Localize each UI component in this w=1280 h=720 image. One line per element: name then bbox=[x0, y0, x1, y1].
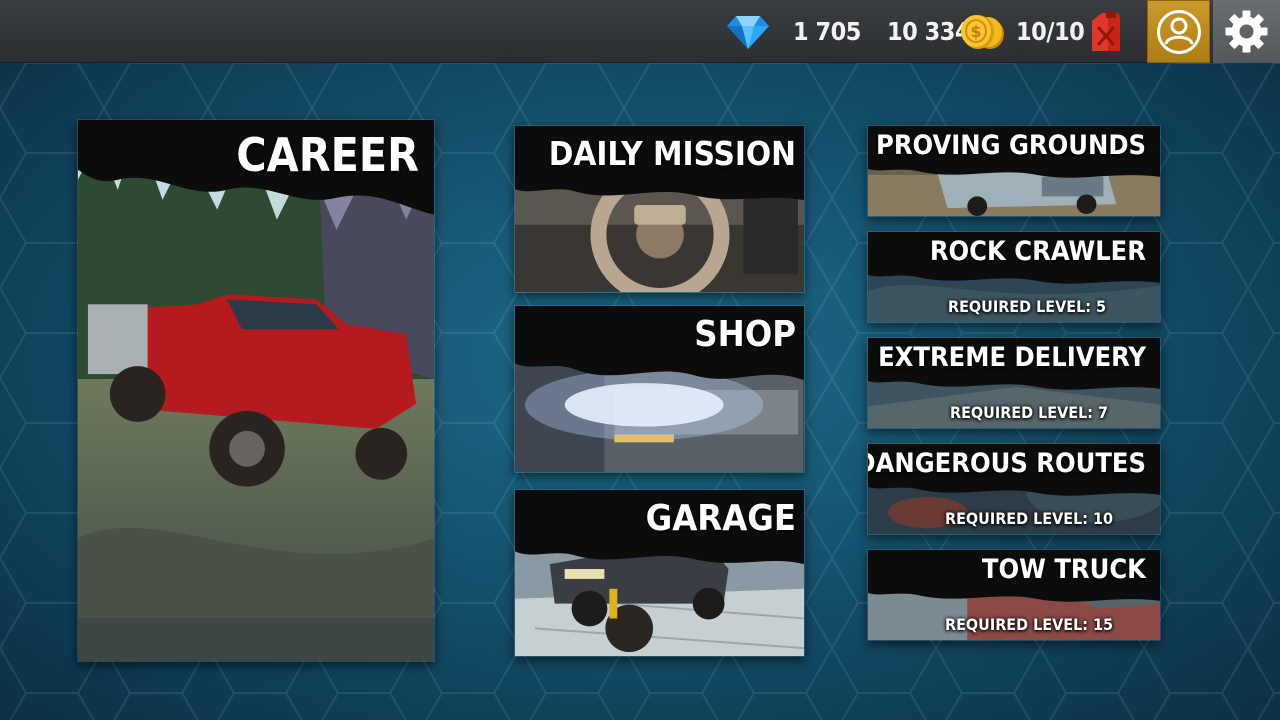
event-required-level-2: REQUIRED LEVEL: 7 bbox=[950, 403, 1109, 422]
gear-icon bbox=[1225, 10, 1268, 53]
event-card-proving-grounds[interactable]: PROVING GROUNDS bbox=[867, 125, 1161, 217]
jerrycan-icon bbox=[1092, 11, 1120, 51]
profile-button[interactable] bbox=[1147, 0, 1210, 63]
event-card-dangerous-routes[interactable]: DANGEROUS ROUTES REQUIRED LEVEL: 10 bbox=[867, 443, 1161, 535]
daily-mission-title: DAILY MISSION bbox=[548, 134, 796, 173]
coin-stack-icon: $ bbox=[961, 15, 1004, 49]
top-bar: 1 705 10 334 $ 10/10 bbox=[0, 0, 1280, 63]
money-count: 10 334 bbox=[887, 17, 971, 46]
event-title-4: TOW TRUCK bbox=[981, 554, 1146, 585]
fuel-count: 10/10 bbox=[1016, 17, 1085, 46]
settings-button[interactable] bbox=[1213, 0, 1280, 63]
event-required-level-1: REQUIRED LEVEL: 5 bbox=[948, 297, 1107, 316]
gems-count: 1 705 bbox=[793, 17, 861, 46]
event-title-2: EXTREME DELIVERY bbox=[878, 342, 1146, 373]
event-required-level-4: REQUIRED LEVEL: 15 bbox=[945, 615, 1114, 634]
career-art bbox=[78, 120, 434, 661]
event-title-1: ROCK CRAWLER bbox=[929, 236, 1146, 267]
event-title-0: PROVING GROUNDS bbox=[876, 130, 1146, 161]
diamond-icon bbox=[727, 16, 769, 49]
event-card-tow-truck[interactable]: TOW TRUCK REQUIRED LEVEL: 15 bbox=[867, 549, 1161, 641]
garage-title: GARAGE bbox=[645, 498, 796, 539]
event-required-level-3: REQUIRED LEVEL: 10 bbox=[945, 509, 1114, 528]
career-card[interactable]: CAREER bbox=[77, 119, 435, 662]
shop-card[interactable]: SHOP bbox=[514, 305, 805, 473]
svg-text:$: $ bbox=[970, 22, 981, 41]
shop-title: SHOP bbox=[694, 314, 796, 355]
career-title: CAREER bbox=[236, 128, 419, 182]
user-icon bbox=[1164, 17, 1194, 45]
event-title-3: DANGEROUS ROUTES bbox=[867, 448, 1146, 479]
event-card-extreme-delivery[interactable]: EXTREME DELIVERY REQUIRED LEVEL: 7 bbox=[867, 337, 1161, 429]
daily-mission-card[interactable]: DAILY MISSION bbox=[514, 125, 805, 293]
garage-card[interactable]: GARAGE bbox=[514, 489, 805, 657]
event-card-rock-crawler[interactable]: ROCK CRAWLER REQUIRED LEVEL: 5 bbox=[867, 231, 1161, 323]
